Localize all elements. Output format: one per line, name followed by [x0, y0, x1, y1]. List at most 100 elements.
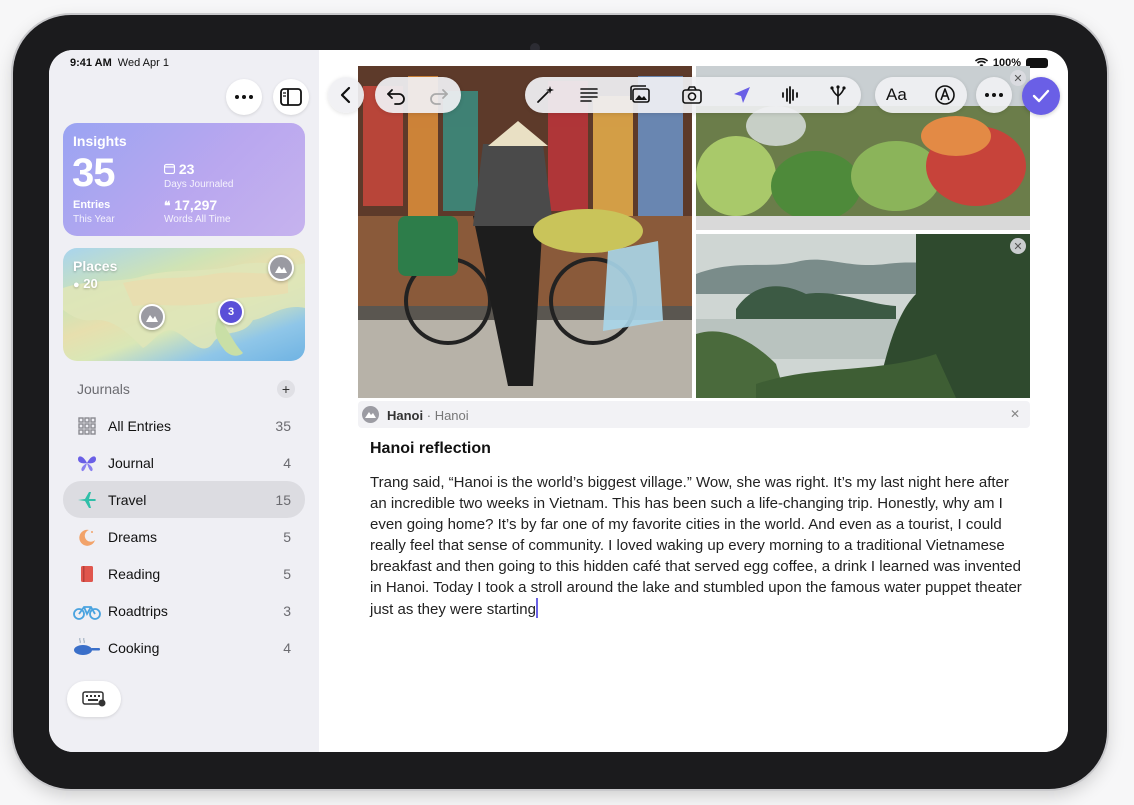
insights-title: Insights	[73, 133, 127, 149]
insights-entries-sub: This Year	[73, 214, 115, 225]
sidebar-item-all-entries[interactable]: All Entries 35	[63, 407, 305, 444]
sidebar-item-label: Roadtrips	[108, 603, 168, 619]
bay-landscape-image	[696, 234, 1030, 398]
sidebar-item-count: 5	[283, 529, 291, 545]
quote-icon: ❝	[164, 199, 171, 213]
text-format-button[interactable]: Aa	[886, 85, 907, 105]
sidebar-item-cooking[interactable]: Cooking 4	[63, 629, 305, 666]
sidebar-item-count: 3	[283, 603, 291, 619]
keyboard-icon	[82, 691, 106, 707]
ellipsis-icon	[235, 95, 253, 99]
places-count: ● 20	[73, 276, 98, 291]
places-count-value: 20	[83, 276, 98, 291]
redo-icon[interactable]	[428, 84, 450, 106]
photo-library-icon[interactable]	[629, 84, 651, 106]
street-vendor-image	[358, 66, 692, 398]
checkmark-icon	[1032, 89, 1050, 103]
add-journal-button[interactable]: +	[277, 380, 295, 398]
undo-redo-group	[375, 77, 461, 113]
camera-icon[interactable]	[681, 84, 703, 106]
insights-entries-label: Entries	[73, 199, 111, 211]
entry-body-text: Trang said, “Hanoi is the world’s bigges…	[370, 474, 1022, 618]
sidebar-icon	[280, 88, 302, 106]
text-lines-icon[interactable]	[578, 84, 600, 106]
sidebar-item-label: All Entries	[108, 418, 172, 434]
moon-icon	[79, 529, 95, 546]
sidebar-item-label: Cooking	[108, 640, 160, 656]
location-name: Hanoi	[387, 408, 424, 423]
map-pin-cluster[interactable]: 3	[218, 299, 244, 325]
mountain-icon	[275, 265, 287, 273]
insights-words: ❝ 17,297	[164, 197, 217, 213]
keyboard-button[interactable]	[67, 681, 121, 717]
map-pin-photo-2[interactable]	[139, 304, 165, 330]
photo-street-vendor[interactable]	[358, 66, 692, 398]
insights-words-value: 17,297	[174, 197, 218, 213]
mountain-icon	[146, 314, 158, 322]
more-actions-button[interactable]	[976, 77, 1012, 113]
journal-list: All Entries 35 Journal 4 Travel 15 Dream…	[63, 407, 305, 666]
status-time-value: 9:41 AM	[70, 57, 112, 69]
ellipsis-icon	[985, 93, 1003, 97]
more-options-button[interactable]	[226, 79, 262, 115]
toggle-sidebar-button[interactable]	[273, 79, 309, 115]
location-sub: · Hanoi	[426, 408, 469, 423]
places-card[interactable]: Places ● 20 3	[63, 248, 305, 361]
remove-photo-button[interactable]: ✕	[1010, 238, 1026, 254]
sidebar-item-label: Reading	[108, 566, 161, 582]
location-bar[interactable]: Hanoi · Hanoi ✕	[358, 401, 1030, 428]
photo-grid: ✕ ✕	[358, 66, 1030, 398]
insights-words-label: Words All Time	[164, 214, 231, 225]
book-icon	[81, 566, 93, 582]
insights-card[interactable]: Insights 35 Entries This Year 23 Days Jo…	[63, 123, 305, 236]
back-button[interactable]	[328, 77, 364, 113]
insights-days-value: 23	[178, 161, 195, 177]
sidebar-item-journal[interactable]: Journal 4	[63, 444, 305, 481]
sidebar-item-count: 4	[283, 455, 291, 471]
remove-location-button[interactable]: ✕	[1010, 407, 1020, 421]
markup-icon[interactable]	[934, 84, 956, 106]
map-pin-photo[interactable]	[268, 255, 294, 281]
media-toolbar	[525, 77, 861, 113]
waveform-icon[interactable]	[779, 84, 801, 106]
sidebar: 9:41 AM Wed Apr 1 Insights 35 Entries Thi…	[49, 50, 319, 752]
location-pin-icon: ●	[73, 279, 80, 291]
remove-photo-button[interactable]: ✕	[1010, 70, 1026, 86]
entry-body-editor[interactable]: Trang said, “Hanoi is the world’s bigges…	[370, 472, 1025, 620]
done-button[interactable]	[1022, 77, 1060, 115]
entry-title[interactable]: Hanoi reflection	[370, 440, 491, 458]
sidebar-item-roadtrips[interactable]: Roadtrips 3	[63, 592, 305, 629]
sidebar-item-count: 4	[283, 640, 291, 656]
sidebar-item-count: 35	[275, 418, 291, 434]
magic-wand-icon[interactable]	[534, 84, 556, 106]
chevron-left-icon	[340, 86, 351, 104]
butterfly-icon	[78, 456, 96, 472]
state-of-mind-icon[interactable]	[827, 84, 849, 106]
sidebar-item-dreams[interactable]: Dreams 5	[63, 518, 305, 555]
text-cursor	[535, 598, 538, 618]
insights-entries-value: 35	[72, 151, 115, 195]
sidebar-item-travel[interactable]: Travel 15	[63, 481, 305, 518]
ipad-screen: 9:41 AM Wed Apr 1 Insights 35 Entries Thi…	[49, 50, 1068, 752]
entry-editor: 100% ✕ ✕ Hanoi · Hanoi ✕ Hanoi reflectio…	[319, 50, 1068, 752]
pan-icon	[74, 638, 100, 655]
location-arrow-icon[interactable]	[731, 84, 753, 106]
sidebar-item-count: 15	[275, 492, 291, 508]
journals-heading: Journals	[77, 381, 130, 397]
sidebar-item-label: Travel	[108, 492, 147, 508]
undo-icon[interactable]	[385, 84, 407, 106]
sidebar-item-reading[interactable]: Reading 5	[63, 555, 305, 592]
insights-days-label: Days Journaled	[164, 179, 234, 190]
location-label: Hanoi · Hanoi	[387, 408, 469, 423]
status-date: Wed Apr 1	[117, 57, 169, 69]
sidebar-item-label: Journal	[108, 455, 154, 471]
sidebar-item-count: 5	[283, 566, 291, 582]
photo-bay-landscape[interactable]: ✕	[696, 234, 1030, 398]
grid-icon	[78, 417, 96, 435]
insights-days: 23	[163, 161, 195, 177]
status-time: 9:41 AM Wed Apr 1	[70, 57, 169, 69]
places-title: Places	[73, 258, 118, 274]
format-toolbar: Aa	[875, 77, 967, 113]
sidebar-item-label: Dreams	[108, 529, 158, 545]
airplane-icon	[78, 492, 96, 508]
